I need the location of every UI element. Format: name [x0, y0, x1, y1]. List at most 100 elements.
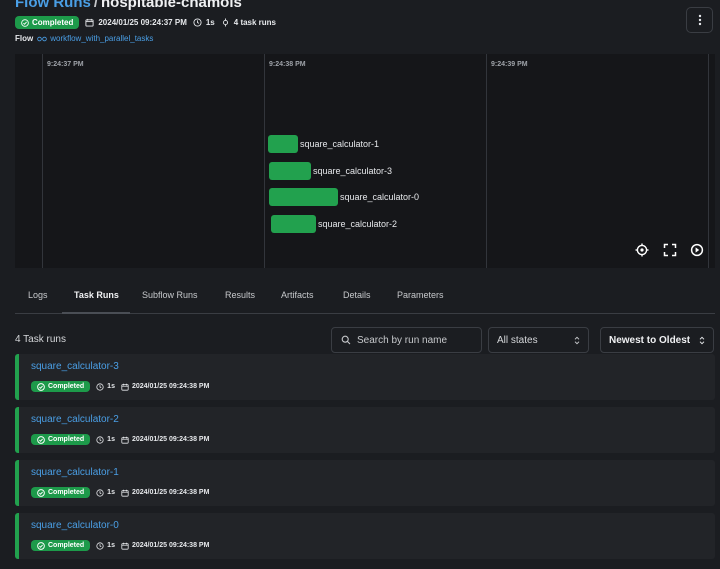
- status-badge-label: Completed: [48, 489, 85, 496]
- tab-subflow-runs[interactable]: Subflow Runs: [142, 290, 198, 300]
- task-bar-square-calculator-0[interactable]: [269, 188, 338, 206]
- duration: 1s: [96, 488, 115, 497]
- status-badge-label: Completed: [48, 436, 85, 443]
- task-run-name[interactable]: square_calculator-3: [31, 361, 119, 372]
- check-circle-icon: [21, 18, 29, 27]
- page-title: Flow Runs / hospitable-chamois: [15, 0, 242, 11]
- task-bar-square-calculator-2[interactable]: [271, 215, 316, 233]
- start-time-label: 2024/01/25 09:24:38 PM: [131, 383, 210, 390]
- task-bar-label: square_calculator-2: [318, 219, 398, 229]
- task-run-name[interactable]: square_calculator-0: [31, 520, 119, 531]
- start-time: 2024/01/25 09:24:37 PM: [85, 18, 187, 27]
- time-label: 9:24:37 PM: [47, 61, 84, 68]
- status-badge: Completed: [31, 540, 91, 551]
- search-icon: [341, 335, 351, 345]
- fullscreen-icon[interactable]: [663, 243, 677, 257]
- sort-select[interactable]: Newest to Oldest: [600, 327, 714, 353]
- status-badge-label: Completed: [48, 383, 85, 390]
- flow-icon: [37, 36, 47, 41]
- sort-value: Newest to Oldest: [609, 334, 691, 346]
- task-run-count: 4 task runs: [221, 18, 276, 27]
- breadcrumb-flow-runs[interactable]: Flow Runs: [15, 0, 91, 11]
- clock-icon: [96, 541, 104, 550]
- task-bar-label: square_calculator-3: [313, 166, 393, 176]
- flow-run-timeline[interactable]: 9:24:37 PM 9:24:38 PM 9:24:39 PM square_…: [15, 54, 715, 268]
- search-input[interactable]: [357, 334, 475, 346]
- duration-label: 1s: [107, 489, 115, 496]
- duration: 1s: [96, 382, 115, 391]
- page-header: Flow Runs / hospitable-chamois Completed 2…: [0, 0, 720, 54]
- center-view-icon[interactable]: [635, 243, 649, 257]
- flow-link[interactable]: workflow_with_parallel_tasks: [37, 34, 153, 43]
- start-time-label: 2024/01/25 09:24:38 PM: [131, 542, 210, 549]
- tab-logs[interactable]: Logs: [28, 290, 48, 300]
- task-run-card[interactable]: square_calculator-1 Completed 1s 2024/01…: [15, 460, 715, 506]
- task-run-meta: Completed 1s 2024/01/25 09:24:38 PM: [31, 540, 209, 551]
- status-badge: Completed: [31, 381, 91, 392]
- task-run-count-heading: 4 Task runs: [15, 334, 66, 345]
- grid-line: [264, 54, 265, 268]
- calendar-icon: [85, 18, 94, 27]
- calendar-icon: [121, 436, 129, 444]
- task-run-name[interactable]: square_calculator-2: [31, 414, 119, 425]
- task-bar-square-calculator-3[interactable]: [269, 162, 311, 180]
- start-time: 2024/01/25 09:24:38 PM: [121, 383, 209, 391]
- clock-icon: [96, 435, 104, 444]
- clock-icon: [96, 488, 104, 497]
- flow-label: Flow: [15, 34, 34, 43]
- tab-artifacts[interactable]: Artifacts: [281, 290, 314, 300]
- state-filter-select[interactable]: All states: [488, 327, 589, 353]
- check-circle-icon: [37, 488, 45, 497]
- breadcrumb-separator: /: [93, 0, 98, 11]
- active-tab-indicator: [62, 312, 130, 314]
- flow-link-label[interactable]: workflow_with_parallel_tasks: [50, 34, 153, 43]
- status-badge-label: Completed: [48, 542, 85, 549]
- duration-label: 1s: [107, 383, 115, 390]
- task-bar-label: square_calculator-0: [340, 192, 420, 202]
- clock-icon: [96, 382, 104, 391]
- state-filter-value: All states: [497, 334, 538, 346]
- task-run-name[interactable]: square_calculator-1: [31, 467, 119, 478]
- duration: 1s: [96, 541, 115, 550]
- start-time-label: 2024/01/25 09:24:38 PM: [131, 489, 210, 496]
- task-run-card[interactable]: square_calculator-2 Completed 1s 2024/01…: [15, 407, 715, 453]
- task-run-meta: Completed 1s 2024/01/25 09:24:38 PM: [31, 487, 209, 498]
- more-menu-button[interactable]: [686, 7, 713, 33]
- tab-parameters[interactable]: Parameters: [397, 290, 444, 300]
- status-badge: Completed: [31, 434, 91, 445]
- flow-info: Flow workflow_with_parallel_tasks: [15, 34, 153, 43]
- tab-results[interactable]: Results: [225, 290, 255, 300]
- duration-label: 1s: [107, 436, 115, 443]
- task-run-count-label: 4 task runs: [233, 18, 277, 27]
- calendar-icon: [121, 489, 129, 497]
- graph-settings-icon[interactable]: [690, 243, 704, 257]
- calendar-icon: [121, 383, 129, 391]
- tab-task-runs[interactable]: Task Runs: [74, 290, 119, 300]
- task-run-meta: Completed 1s 2024/01/25 09:24:38 PM: [31, 434, 209, 445]
- start-time: 2024/01/25 09:24:38 PM: [121, 542, 209, 550]
- search-box[interactable]: [331, 327, 482, 353]
- task-run-card[interactable]: square_calculator-3 Completed 1s 2024/01…: [15, 354, 715, 400]
- kebab-menu-icon: [698, 14, 701, 26]
- grid-line: [708, 54, 709, 268]
- check-circle-icon: [37, 435, 45, 444]
- duration-label: 1s: [205, 18, 215, 27]
- task-icon: [222, 18, 228, 27]
- check-circle-icon: [37, 382, 45, 391]
- time-label: 9:24:38 PM: [269, 61, 306, 68]
- run-name: hospitable-chamois: [101, 0, 242, 11]
- grid-line: [42, 54, 43, 268]
- duration: 1s: [193, 18, 215, 27]
- time-label: 9:24:39 PM: [491, 61, 528, 68]
- duration-label: 1s: [107, 542, 115, 549]
- tab-bar: Logs Task Runs Subflow Runs Results Arti…: [15, 284, 715, 314]
- run-meta: Completed 2024/01/25 09:24:37 PM 1s 4 ta…: [15, 16, 276, 29]
- status-badge-label: Completed: [32, 18, 74, 27]
- task-bar-label: square_calculator-1: [300, 139, 380, 149]
- calendar-icon: [121, 542, 129, 550]
- chevron-up-down-icon: [574, 336, 580, 344]
- task-bar-square-calculator-1[interactable]: [268, 135, 298, 153]
- clock-icon: [193, 18, 202, 27]
- task-run-card[interactable]: square_calculator-0 Completed 1s 2024/01…: [15, 513, 715, 559]
- tab-details[interactable]: Details: [343, 290, 371, 300]
